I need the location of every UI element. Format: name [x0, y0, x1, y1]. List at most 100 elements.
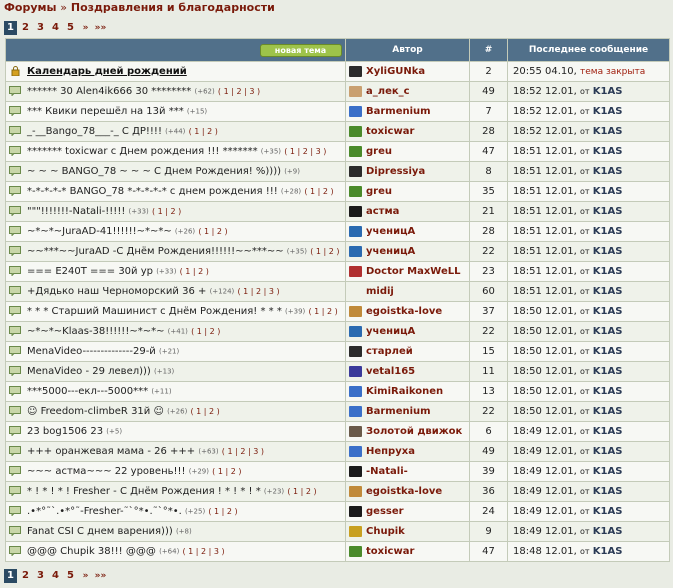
last-post-author-link[interactable]: K1AS [593, 486, 623, 497]
author-link[interactable]: а_лек_с [366, 86, 410, 97]
author-link[interactable]: Золотой движок [366, 426, 462, 437]
author-link[interactable]: vetal165 [366, 366, 415, 377]
topic-pages-links[interactable]: ( 1 | 2 ) [191, 407, 220, 416]
topic-pages-links[interactable]: ( 1 | 2 ) [308, 307, 337, 316]
page-last[interactable]: »» [94, 569, 107, 583]
topic-title-link[interactable]: *-*-*-*-* BANGO_78 *-*-*-*-* с днем рожд… [27, 186, 278, 197]
new-topic-button[interactable]: новая тема [259, 43, 342, 57]
page-2[interactable]: 2 [19, 569, 32, 583]
topic-title-link[interactable]: MenaVideo - 29 левел))) [27, 366, 151, 377]
last-post-author-link[interactable]: K1AS [593, 386, 623, 397]
page-2[interactable]: 2 [19, 21, 32, 35]
author-link[interactable]: Chupik [366, 526, 405, 537]
topic-title-link[interactable]: """!!!!!!!-Natali-!!!!! [27, 206, 125, 217]
topic-title-link[interactable]: ~*~*~Klaas-38!!!!!!~*~*~ [27, 326, 164, 337]
last-post-author-link[interactable]: K1AS [593, 546, 623, 557]
author-link[interactable]: greu [366, 146, 392, 157]
author-link[interactable]: KimiRaikonen [366, 386, 443, 397]
topic-pages-links[interactable]: ( 1 | 2 ) [310, 247, 339, 256]
last-post-author-link[interactable]: K1AS [593, 266, 623, 277]
last-post-author-link[interactable]: K1AS [593, 426, 623, 437]
last-post-author-link[interactable]: K1AS [593, 346, 623, 357]
topic-pages-links[interactable]: ( 1 | 2 | 3 ) [284, 147, 326, 156]
last-post-author-link[interactable]: K1AS [593, 406, 623, 417]
topic-title-link[interactable]: * * * Старший Машинист с Днём Рождения! … [27, 306, 282, 317]
last-post-author-link[interactable]: K1AS [593, 246, 623, 257]
last-post-author-link[interactable]: K1AS [593, 146, 623, 157]
author-link[interactable]: Doctor MaxWeLL [366, 266, 461, 277]
topic-title-link[interactable]: _-__Bango_78___-_ С ДР!!!! [27, 126, 162, 137]
topic-title-link[interactable]: Календарь дней рождений [27, 66, 187, 77]
author-link[interactable]: XyliGUNka [366, 66, 425, 77]
page-4[interactable]: 4 [49, 569, 62, 583]
topic-title-link[interactable]: ~~~ астма~~~ 22 уровень!!! [27, 466, 186, 477]
author-link[interactable]: egoistka-love [366, 306, 442, 317]
topic-pages-links[interactable]: ( 1 | 2 | 3 ) [222, 447, 264, 456]
author-link[interactable]: Barmenium [366, 106, 431, 117]
author-link[interactable]: Barmenium [366, 406, 431, 417]
last-post-author-link[interactable]: K1AS [593, 206, 623, 217]
author-link[interactable]: Dipressiya [366, 166, 425, 177]
topic-pages-links[interactable]: ( 1 | 2 ) [212, 467, 241, 476]
author-link[interactable]: старлей [366, 346, 413, 357]
author-link[interactable]: -Natali- [366, 466, 408, 477]
topic-title-link[interactable]: .•*°˜`.•*°˜-Fresher-˜`°*•.˜`°*•. [27, 506, 182, 517]
page-next[interactable]: » [79, 21, 92, 35]
topic-title-link[interactable]: ******* toxicwar с Днем рождения !!! ***… [27, 146, 258, 157]
page-3[interactable]: 3 [34, 569, 47, 583]
author-link[interactable]: gesser [366, 506, 404, 517]
topic-title-link[interactable]: ~ ~ ~ BANGO_78 ~ ~ ~ С Днем Рождения! %)… [27, 166, 281, 177]
topic-pages-links[interactable]: ( 1 | 2 ) [180, 267, 209, 276]
topic-title-link[interactable]: ***5000---екл---5000*** [27, 386, 148, 397]
breadcrumb-forums-link[interactable]: Форумы [4, 1, 56, 14]
topic-title-link[interactable]: +++ оранжевая мама - 26 +++ [27, 446, 195, 457]
author-link[interactable]: ученицА [366, 326, 415, 337]
author-link[interactable]: egoistka-love [366, 486, 442, 497]
page-3[interactable]: 3 [34, 21, 47, 35]
topic-pages-links[interactable]: ( 1 | 2 ) [191, 327, 220, 336]
page-last[interactable]: »» [94, 21, 107, 35]
author-link[interactable]: toxicwar [366, 126, 414, 137]
author-link[interactable]: ученицА [366, 246, 415, 257]
breadcrumb-current[interactable]: Поздравления и благодарности [71, 1, 275, 14]
last-post-author-link[interactable]: K1AS [593, 326, 623, 337]
page-next[interactable]: » [79, 569, 92, 583]
topic-pages-links[interactable]: ( 1 | 2 ) [287, 487, 316, 496]
author-link[interactable]: астма [366, 206, 399, 217]
last-post-author-link[interactable]: K1AS [593, 366, 623, 377]
topic-pages-links[interactable]: ( 1 | 2 ) [152, 207, 181, 216]
topic-title-link[interactable]: *** Квики перешёл на 13й *** [27, 106, 184, 117]
topic-pages-links[interactable]: ( 1 | 2 ) [304, 187, 333, 196]
last-post-author-link[interactable]: K1AS [593, 126, 623, 137]
topic-title-link[interactable]: ~~***~~JuraAD -С Днём Рождения!!!!!!~~**… [27, 246, 284, 257]
last-post-author-link[interactable]: K1AS [593, 506, 623, 517]
topic-pages-links[interactable]: ( 1 | 2 ) [208, 507, 237, 516]
last-post-author-link[interactable]: K1AS [593, 466, 623, 477]
page-5[interactable]: 5 [64, 569, 77, 583]
topic-title-link[interactable]: === E240T === 30й ур [27, 266, 153, 277]
page-1[interactable]: 1 [4, 21, 17, 35]
topic-title-link[interactable]: +Дядько наш Черноморский 36 + [27, 286, 206, 297]
page-5[interactable]: 5 [64, 21, 77, 35]
last-post-author-link[interactable]: K1AS [593, 286, 623, 297]
topic-title-link[interactable]: Fanat CSI С днем варения))) [27, 526, 173, 537]
author-link[interactable]: Непруха [366, 446, 415, 457]
author-link[interactable]: greu [366, 186, 392, 197]
author-link[interactable]: toxicwar [366, 546, 414, 557]
page-4[interactable]: 4 [49, 21, 62, 35]
topic-title-link[interactable]: ~*~*~JuraAD-41!!!!!!~*~*~ [27, 226, 172, 237]
author-link[interactable]: ученицА [366, 226, 415, 237]
topic-pages-links[interactable]: ( 1 | 2 | 3 ) [237, 287, 279, 296]
page-1[interactable]: 1 [4, 569, 17, 583]
last-post-author-link[interactable]: K1AS [593, 446, 623, 457]
topic-pages-links[interactable]: ( 1 | 2 | 3 ) [182, 547, 224, 556]
topic-title-link[interactable]: @@@ Chupik 38!!! @@@ [27, 546, 156, 557]
topic-title-link[interactable]: ☺ Freedom-climbeR 31й ☺ [27, 406, 164, 417]
last-post-author-link[interactable]: K1AS [593, 106, 623, 117]
last-post-author-link[interactable]: K1AS [593, 166, 623, 177]
topic-title-link[interactable]: 23 bog1506 23 [27, 426, 103, 437]
last-post-author-link[interactable]: K1AS [593, 86, 623, 97]
topic-title-link[interactable]: MenaVideo--------------29-й [27, 346, 156, 357]
author-link[interactable]: midij [366, 286, 394, 297]
last-post-author-link[interactable]: K1AS [593, 526, 623, 537]
